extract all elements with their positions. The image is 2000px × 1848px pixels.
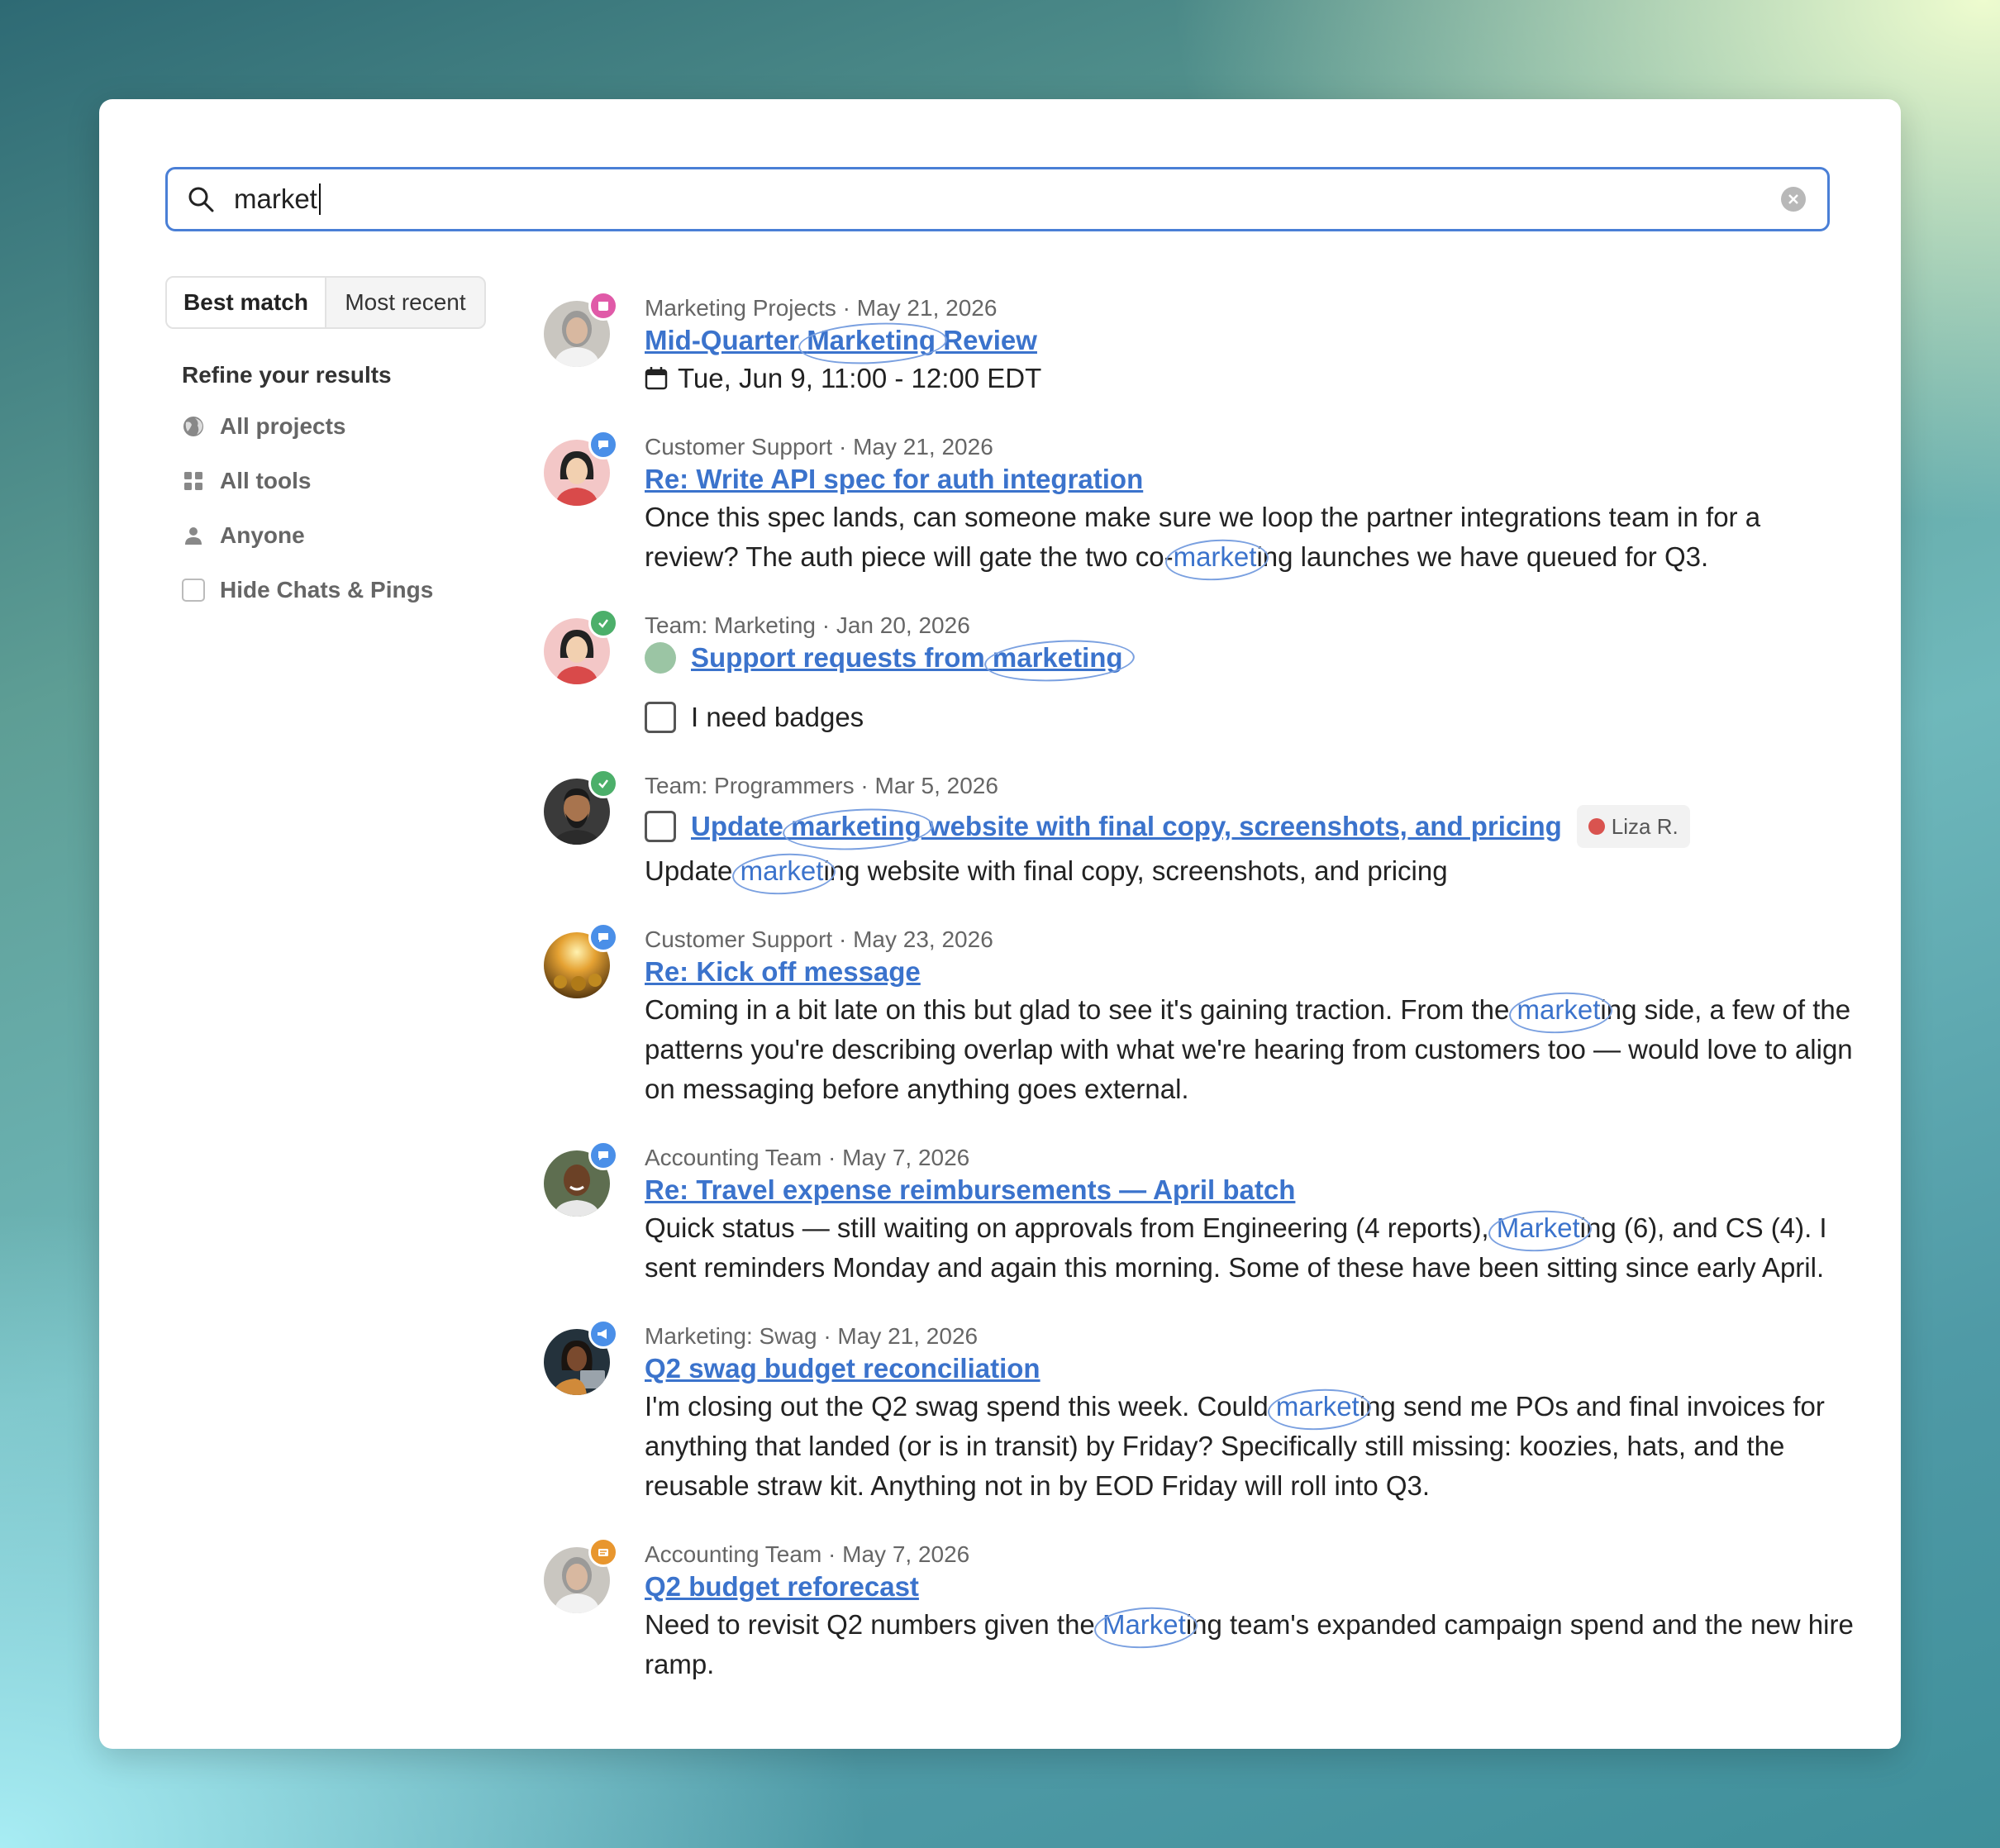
globe-icon [182,415,205,438]
results-list: Marketing Projects · May 21, 2026 Mid-Qu… [544,291,1858,1719]
chat-icon [588,1141,618,1170]
search-bar[interactable] [165,167,1830,231]
result-snippet: Coming in a bit late on this but glad to… [645,994,1853,1104]
match-highlight: marketing [992,642,1123,673]
result-title[interactable]: Q2 swag budget reconciliation [645,1350,1040,1387]
match-highlight: market [1517,994,1601,1025]
search-panel: Best match Most recent Refine your resul… [99,99,1901,1749]
result-snippet: Need to revisit Q2 numbers given the Mar… [645,1609,1854,1679]
result-meta: Accounting Team · May 7, 2026 [645,1541,970,1567]
calendar-icon [588,291,618,321]
filter-anyone[interactable]: Anyone [182,519,496,552]
sort-best-match-button[interactable]: Best match [167,278,326,327]
result-item[interactable]: Team: Programmers · Mar 5, 2026 Update m… [544,769,1858,891]
result-title[interactable]: Re: Write API spec for auth integration [645,461,1143,498]
result-title[interactable]: Re: Travel expense reimbursements — Apri… [645,1172,1295,1208]
event-time: Tue, Jun 9, 11:00 - 12:00 EDT [678,363,1042,393]
todo-label: I need badges [691,702,864,732]
sort-toggle: Best match Most recent [165,276,486,329]
result-meta: Team: Marketing · Jan 20, 2026 [645,612,970,638]
match-highlight: marketing [791,811,921,841]
chat-icon [588,430,618,460]
filter-all-projects[interactable]: All projects [182,410,496,443]
result-snippet: Quick status — still waiting on approval… [645,1212,1827,1283]
search-input[interactable] [234,183,320,215]
filter-label: All projects [220,413,346,439]
result-snippet: Once this spec lands, can someone make s… [645,502,1761,572]
hide-chats-checkbox[interactable] [182,579,205,602]
filter-all-tools[interactable]: All tools [182,464,496,498]
check-icon [588,769,618,798]
chat-icon [588,922,618,952]
megaphone-icon [588,1319,618,1349]
project-color-dot [645,642,676,674]
match-highlight: market [740,855,824,886]
result-title[interactable]: Re: Kick off message [645,954,921,990]
result-meta: Marketing: Swag · May 21, 2026 [645,1323,979,1349]
close-icon [1788,194,1798,204]
result-snippet: Update marketing website with final copy… [645,855,1448,886]
result-item[interactable]: Accounting Team · May 7, 2026 Re: Travel… [544,1141,1858,1288]
match-highlight: market [1275,1391,1360,1422]
filter-hide-chats-pings[interactable]: Hide Chats & Pings [182,574,496,607]
result-item[interactable]: Customer Support · May 23, 2026 Re: Kick… [544,922,1858,1109]
result-item[interactable]: Accounting Team · May 7, 2026 Q2 budget … [544,1537,1858,1684]
result-title[interactable]: Update marketing website with final copy… [691,808,1562,845]
todo-checkbox[interactable] [645,702,676,733]
result-item[interactable]: Marketing Projects · May 21, 2026 Mid-Qu… [544,291,1858,398]
result-item[interactable]: Team: Marketing · Jan 20, 2026 Support r… [544,608,1858,737]
match-highlight: market [1173,541,1257,572]
avatar [1588,818,1605,835]
result-meta: Accounting Team · May 7, 2026 [645,1145,970,1170]
filter-label: Hide Chats & Pings [220,577,434,603]
search-icon [168,185,234,213]
sort-most-recent-button[interactable]: Most recent [326,278,484,327]
match-highlight: Market [1102,1609,1186,1640]
assignee-chip[interactable]: Liza R. [1576,805,1690,848]
grid-icon [182,469,205,493]
result-item[interactable]: Marketing: Swag · May 21, 2026 Q2 swag b… [544,1319,1858,1506]
result-meta: Marketing Projects · May 21, 2026 [645,295,998,321]
match-highlight: Market [1496,1212,1580,1243]
sidebar: Best match Most recent Refine your resul… [165,276,496,607]
result-item[interactable]: Customer Support · May 21, 2026 Re: Writ… [544,430,1858,577]
text-caret [319,183,321,215]
doc-icon [588,1537,618,1567]
result-meta: Customer Support · May 21, 2026 [645,434,993,460]
result-meta: Team: Programmers · Mar 5, 2026 [645,773,998,798]
filter-label: Anyone [220,522,305,548]
check-icon [588,608,618,638]
filter-label: All tools [220,468,312,493]
result-meta: Customer Support · May 23, 2026 [645,926,993,952]
result-title[interactable]: Mid-Quarter Marketing Review [645,322,1037,359]
person-icon [182,524,205,547]
calendar-icon [645,366,668,391]
result-title[interactable]: Q2 budget reforecast [645,1569,919,1605]
clear-search-button[interactable] [1781,187,1806,212]
todo-checkbox[interactable] [645,811,676,842]
result-title[interactable]: Support requests from marketing [691,640,1123,676]
result-snippet: I'm closing out the Q2 swag spend this w… [645,1391,1825,1501]
match-highlight: Marketing [807,325,936,355]
refine-title: Refine your results [182,362,392,388]
